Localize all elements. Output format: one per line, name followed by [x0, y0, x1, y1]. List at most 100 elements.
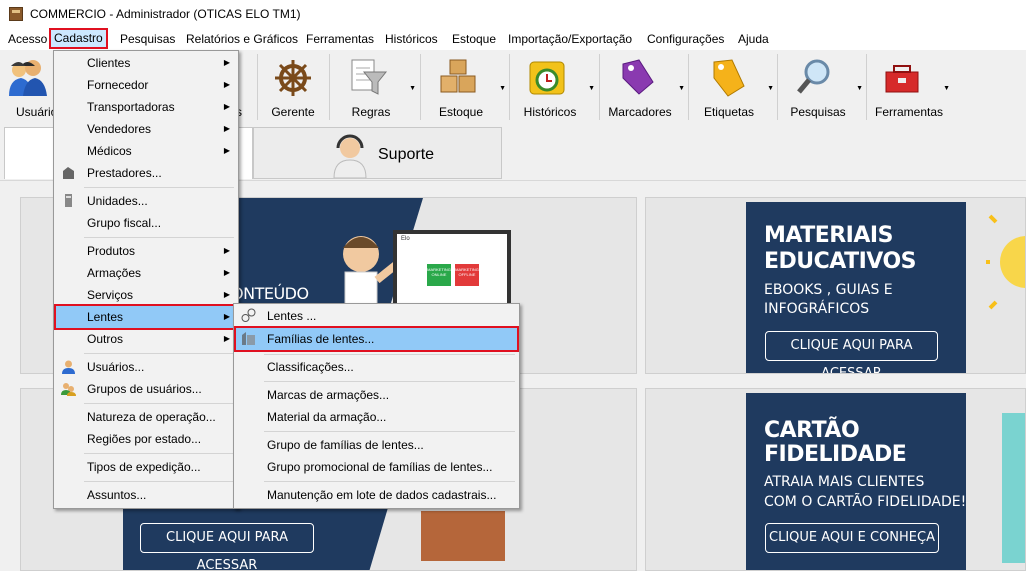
menu-separator: [84, 481, 234, 482]
submenu-item-lentes[interactable]: Lentes ...: [236, 305, 517, 327]
submenu-item-grupo-familias[interactable]: Grupo de famílias de lentes...: [236, 434, 517, 456]
toolbar-ferramentas[interactable]: Ferramentas ▼: [868, 50, 952, 124]
chevron-down-icon[interactable]: ▼: [499, 85, 506, 92]
chevron-down-icon[interactable]: ▼: [678, 85, 685, 92]
chevron-right-icon: ▶: [223, 146, 230, 155]
chevron-down-icon[interactable]: ▼: [943, 85, 950, 92]
screen-tile: MARKETING ONLINE: [427, 264, 451, 286]
window-title: COMMERCIO - Administrador (OTICAS ELO TM…: [30, 7, 301, 21]
fidelidade-sub-1: ATRAIA MAIS CLIENTES: [764, 474, 925, 490]
toolbar-regras[interactable]: Regras ▼: [334, 50, 418, 124]
chevron-down-icon[interactable]: ▼: [767, 85, 774, 92]
toolbox-icon: [885, 65, 919, 93]
chevron-right-icon: ▶: [223, 290, 230, 299]
menu-item-grupo-fiscal[interactable]: Grupo fiscal...: [56, 212, 236, 234]
menu-item-clientes[interactable]: Clientes ▶: [56, 52, 236, 74]
menu-item-usuarios[interactable]: Usuários...: [56, 356, 236, 378]
lens-family-icon: [242, 332, 255, 345]
menu-item-transportadoras[interactable]: Transportadoras ▶: [56, 96, 236, 118]
menu-item-lentes[interactable]: Lentes ▶: [54, 304, 238, 330]
lightbulb-icon: [986, 214, 1025, 310]
toolbar-marcadores[interactable]: Marcadores ▼: [603, 50, 687, 124]
toolbar-historicos[interactable]: Históricos ▼: [513, 50, 597, 124]
desk-illustration: [421, 511, 505, 561]
app-icon: [9, 7, 23, 21]
toolbar-estoque[interactable]: Estoque ▼: [424, 50, 508, 124]
menu-cadastro[interactable]: Cadastro: [49, 28, 108, 49]
lens-icon: [241, 308, 256, 322]
submenu-item-familias-lentes[interactable]: Famílias de lentes...: [234, 326, 519, 352]
menu-separator: [84, 453, 234, 454]
menu-item-outros[interactable]: Outros ▶: [56, 328, 236, 350]
chevron-right-icon: ▶: [223, 58, 230, 67]
submenu-item-classificacoes[interactable]: Classificações...: [236, 356, 517, 378]
fidelidade-title-2: FIDELIDADE: [764, 442, 907, 467]
menu-item-servicos[interactable]: Serviços ▶: [56, 284, 236, 306]
chevron-down-icon[interactable]: ▼: [588, 85, 595, 92]
tab-suporte[interactable]: Suporte: [253, 127, 502, 179]
menu-item-tipos-expedicao[interactable]: Tipos de expedição...: [56, 456, 236, 478]
menu-item-fornecedor[interactable]: Fornecedor ▶: [56, 74, 236, 96]
menu-acesso[interactable]: Acesso: [8, 32, 47, 46]
submenu-item-grupo-promocional[interactable]: Grupo promocional de famílias de lentes.…: [236, 456, 517, 478]
toolbar-pesquisas[interactable]: Pesquisas ▼: [781, 50, 865, 124]
menu-item-prestadores[interactable]: Prestadores...: [56, 162, 236, 184]
user-group-icon: [61, 383, 76, 396]
submenu-item-material-armacao[interactable]: Material da armação...: [236, 406, 517, 428]
menu-ferramentas[interactable]: Ferramentas: [306, 32, 374, 46]
menu-item-natureza-operacao[interactable]: Natureza de operação...: [56, 406, 236, 428]
left-access-button[interactable]: CLIQUE AQUI PARA ACESSAR: [140, 523, 314, 570]
menu-configuracoes[interactable]: Configurações: [647, 32, 724, 46]
magnifier-icon: [797, 59, 830, 94]
menu-item-regioes-estado[interactable]: Regiões por estado...: [56, 428, 236, 450]
title-bar: COMMERCIO - Administrador (OTICAS ELO TM…: [0, 0, 1026, 29]
chevron-right-icon: ▶: [223, 268, 230, 277]
menu-separator: [264, 431, 515, 432]
menu-historicos[interactable]: Históricos: [385, 32, 438, 46]
card-fidelidade[interactable]: CARTÃO FIDELIDADE ATRAIA MAIS CLIENTES C…: [645, 388, 1026, 571]
cadastro-menu: Clientes ▶ Fornecedor ▶ Transportadoras ▶ V…: [53, 50, 239, 509]
menu-item-assuntos[interactable]: Assuntos...: [56, 484, 236, 506]
menu-ajuda[interactable]: Ajuda: [738, 32, 769, 46]
screen-tile: MARKETING OFFLINE: [455, 264, 479, 286]
tag-icon: [622, 59, 654, 95]
toolbar-separator: [257, 54, 258, 120]
menu-item-medicos[interactable]: Médicos ▶: [56, 140, 236, 162]
label-icon: [713, 59, 745, 97]
history-clock-icon: [529, 61, 565, 95]
materiais-access-button[interactable]: CLIQUE AQUI PARA ACESSAR: [765, 331, 938, 373]
fidelidade-access-button[interactable]: CLIQUE AQUI E CONHEÇA: [765, 523, 939, 553]
chevron-down-icon[interactable]: ▼: [856, 85, 863, 92]
chevron-right-icon: ▶: [223, 102, 230, 111]
toolbar-gerente[interactable]: Gerente: [262, 50, 324, 124]
menu-relatorios[interactable]: Relatórios e Gráficos: [186, 32, 298, 46]
lentes-submenu: Lentes ... Famílias de lentes... Classif…: [233, 303, 520, 509]
materiais-title-1: MATERIAIS: [764, 223, 893, 248]
menu-estoque[interactable]: Estoque: [452, 32, 496, 46]
submenu-item-manutencao-lote[interactable]: Manutenção em lote de dados cadastrais..…: [236, 484, 517, 506]
toolbar-usuarios[interactable]: Usuários: [0, 50, 63, 124]
users-icon: [9, 60, 47, 96]
menu-separator: [264, 481, 515, 482]
menu-bar: Acesso Cadastro Pesquisas Relatórios e G…: [0, 28, 1026, 50]
menu-separator: [264, 354, 515, 355]
chevron-right-icon: ▶: [223, 334, 230, 343]
materiais-title-2: EDUCATIVOS: [764, 249, 917, 274]
chevron-right-icon: ▶: [223, 246, 230, 255]
ship-wheel-icon: [275, 60, 311, 96]
menu-pesquisas[interactable]: Pesquisas: [120, 32, 175, 46]
menu-item-vendedores[interactable]: Vendedores ▶: [56, 118, 236, 140]
prestadores-icon: [63, 167, 74, 179]
card-materiais[interactable]: MATERIAIS EDUCATIVOS EBOOKS , GUIAS E IN…: [645, 197, 1026, 374]
menu-item-produtos[interactable]: Produtos ▶: [56, 240, 236, 262]
support-agent-icon: [333, 134, 367, 178]
menu-importacao[interactable]: Importação/Exportação: [508, 32, 632, 46]
chevron-down-icon[interactable]: ▼: [409, 85, 416, 92]
menu-item-armacoes[interactable]: Armações ▶: [56, 262, 236, 284]
menu-item-unidades[interactable]: Unidades...: [56, 190, 236, 212]
submenu-item-marcas-armacoes[interactable]: Marcas de armações...: [236, 384, 517, 406]
menu-item-grupos-usuarios[interactable]: Grupos de usuários...: [56, 378, 236, 400]
funnel-icon: [351, 59, 388, 95]
menu-separator: [264, 381, 515, 382]
toolbar-etiquetas[interactable]: Etiquetas ▼: [692, 50, 776, 124]
